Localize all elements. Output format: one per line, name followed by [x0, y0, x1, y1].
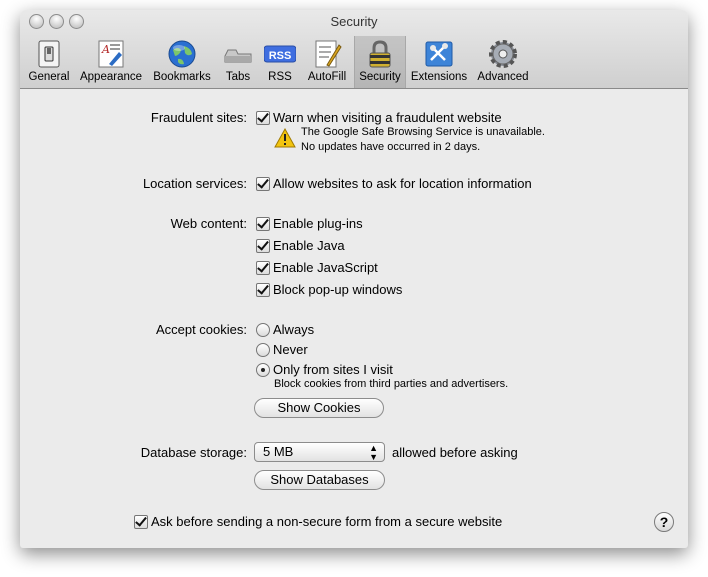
block-popups-checkbox[interactable] [256, 283, 270, 297]
toolbar-tab-general[interactable]: General [24, 36, 74, 88]
enable-plugins-option: Enable plug-ins [273, 216, 363, 231]
stepper-arrows-icon: ▲ ▼ [369, 443, 378, 462]
block-popups-option: Block pop-up windows [273, 282, 403, 297]
extensions-icon [425, 41, 453, 67]
toolbar-label: Security [359, 71, 401, 83]
location-services-label: Location services: [142, 176, 247, 191]
rss-badge-text: RSS [269, 50, 292, 62]
warn-fraudulent-option: Warn when visiting a fraudulent website [273, 110, 502, 125]
show-databases-button[interactable]: Show Databases [254, 470, 385, 490]
enable-javascript-option: Enable JavaScript [273, 260, 378, 275]
help-button[interactable]: ? [654, 512, 674, 532]
web-content-label: Web content: [170, 216, 247, 231]
toolbar-tab-rss[interactable]: RSS RSS [262, 36, 298, 88]
database-storage-select[interactable]: 5 MB ▲ ▼ [254, 442, 385, 462]
warn-fraudulent-checkbox[interactable] [256, 111, 270, 125]
enable-plugins-checkbox[interactable] [256, 217, 270, 231]
toolbar-label: Extensions [410, 71, 468, 83]
window-title: Security [330, 14, 378, 29]
autofill-pen-icon [315, 40, 342, 68]
appearance-icon: A [98, 40, 124, 68]
toolbar-label: Bookmarks [153, 71, 211, 83]
light-switch-icon [38, 40, 60, 68]
enable-java-checkbox[interactable] [256, 239, 270, 253]
toolbar-label: General [28, 71, 70, 83]
database-storage-label: Database storage: [140, 445, 247, 460]
warning-triangle-icon [274, 128, 296, 148]
svg-text:A: A [101, 43, 110, 56]
fraudulent-sites-label: Fraudulent sites: [150, 110, 247, 125]
safe-browsing-warning-line1: The Google Safe Browsing Service is unav… [301, 126, 545, 138]
security-preferences-window: Security General A Appearance Bookmarks … [20, 10, 688, 548]
toolbar-tab-bookmarks[interactable]: Bookmarks [150, 36, 214, 88]
toolbar-tab-extensions[interactable]: Extensions [406, 36, 472, 88]
toolbar-tab-advanced[interactable]: Advanced [474, 36, 532, 88]
allow-location-checkbox[interactable] [256, 177, 270, 191]
toolbar-tab-autofill[interactable]: AutoFill [302, 36, 352, 88]
toolbar-label: AutoFill [307, 71, 347, 83]
cookies-always-radio[interactable] [256, 323, 270, 337]
safe-browsing-warning-line2: No updates have occurred in 2 days. [301, 141, 481, 153]
database-storage-value: 5 MB [263, 444, 294, 459]
cookies-only-visited-option: Only from sites I visit [273, 362, 393, 377]
enable-javascript-checkbox[interactable] [256, 261, 270, 275]
toolbar-tab-appearance[interactable]: A Appearance [76, 36, 146, 88]
allow-location-option: Allow websites to ask for location infor… [273, 176, 532, 191]
padlock-icon [369, 40, 391, 68]
tabs-icon [224, 49, 252, 63]
database-storage-suffix: allowed before asking [392, 445, 518, 460]
preferences-toolbar: Security General A Appearance Bookmarks … [20, 10, 688, 89]
enable-java-option: Enable Java [273, 238, 345, 253]
gear-icon [489, 40, 517, 68]
toolbar-tab-security[interactable]: Security [354, 36, 406, 88]
third-party-cookies-note: Block cookies from third parties and adv… [274, 378, 509, 390]
toolbar-label: Appearance [79, 71, 143, 83]
non-secure-form-option: Ask before sending a non-secure form fro… [151, 514, 503, 529]
cookies-always-option: Always [273, 322, 315, 337]
rss-icon: RSS [264, 45, 296, 63]
cookies-only-visited-radio[interactable] [256, 363, 270, 377]
toolbar-label: RSS [268, 71, 292, 83]
toolbar-tab-tabs[interactable]: Tabs [218, 36, 258, 88]
cookies-never-option: Never [273, 342, 308, 357]
accept-cookies-label: Accept cookies: [155, 322, 247, 337]
non-secure-form-checkbox[interactable] [134, 515, 148, 529]
globe-icon [168, 40, 196, 68]
toolbar-label: Tabs [225, 71, 251, 83]
show-cookies-button[interactable]: Show Cookies [254, 398, 384, 418]
toolbar-label: Advanced [477, 71, 529, 83]
cookies-never-radio[interactable] [256, 343, 270, 357]
